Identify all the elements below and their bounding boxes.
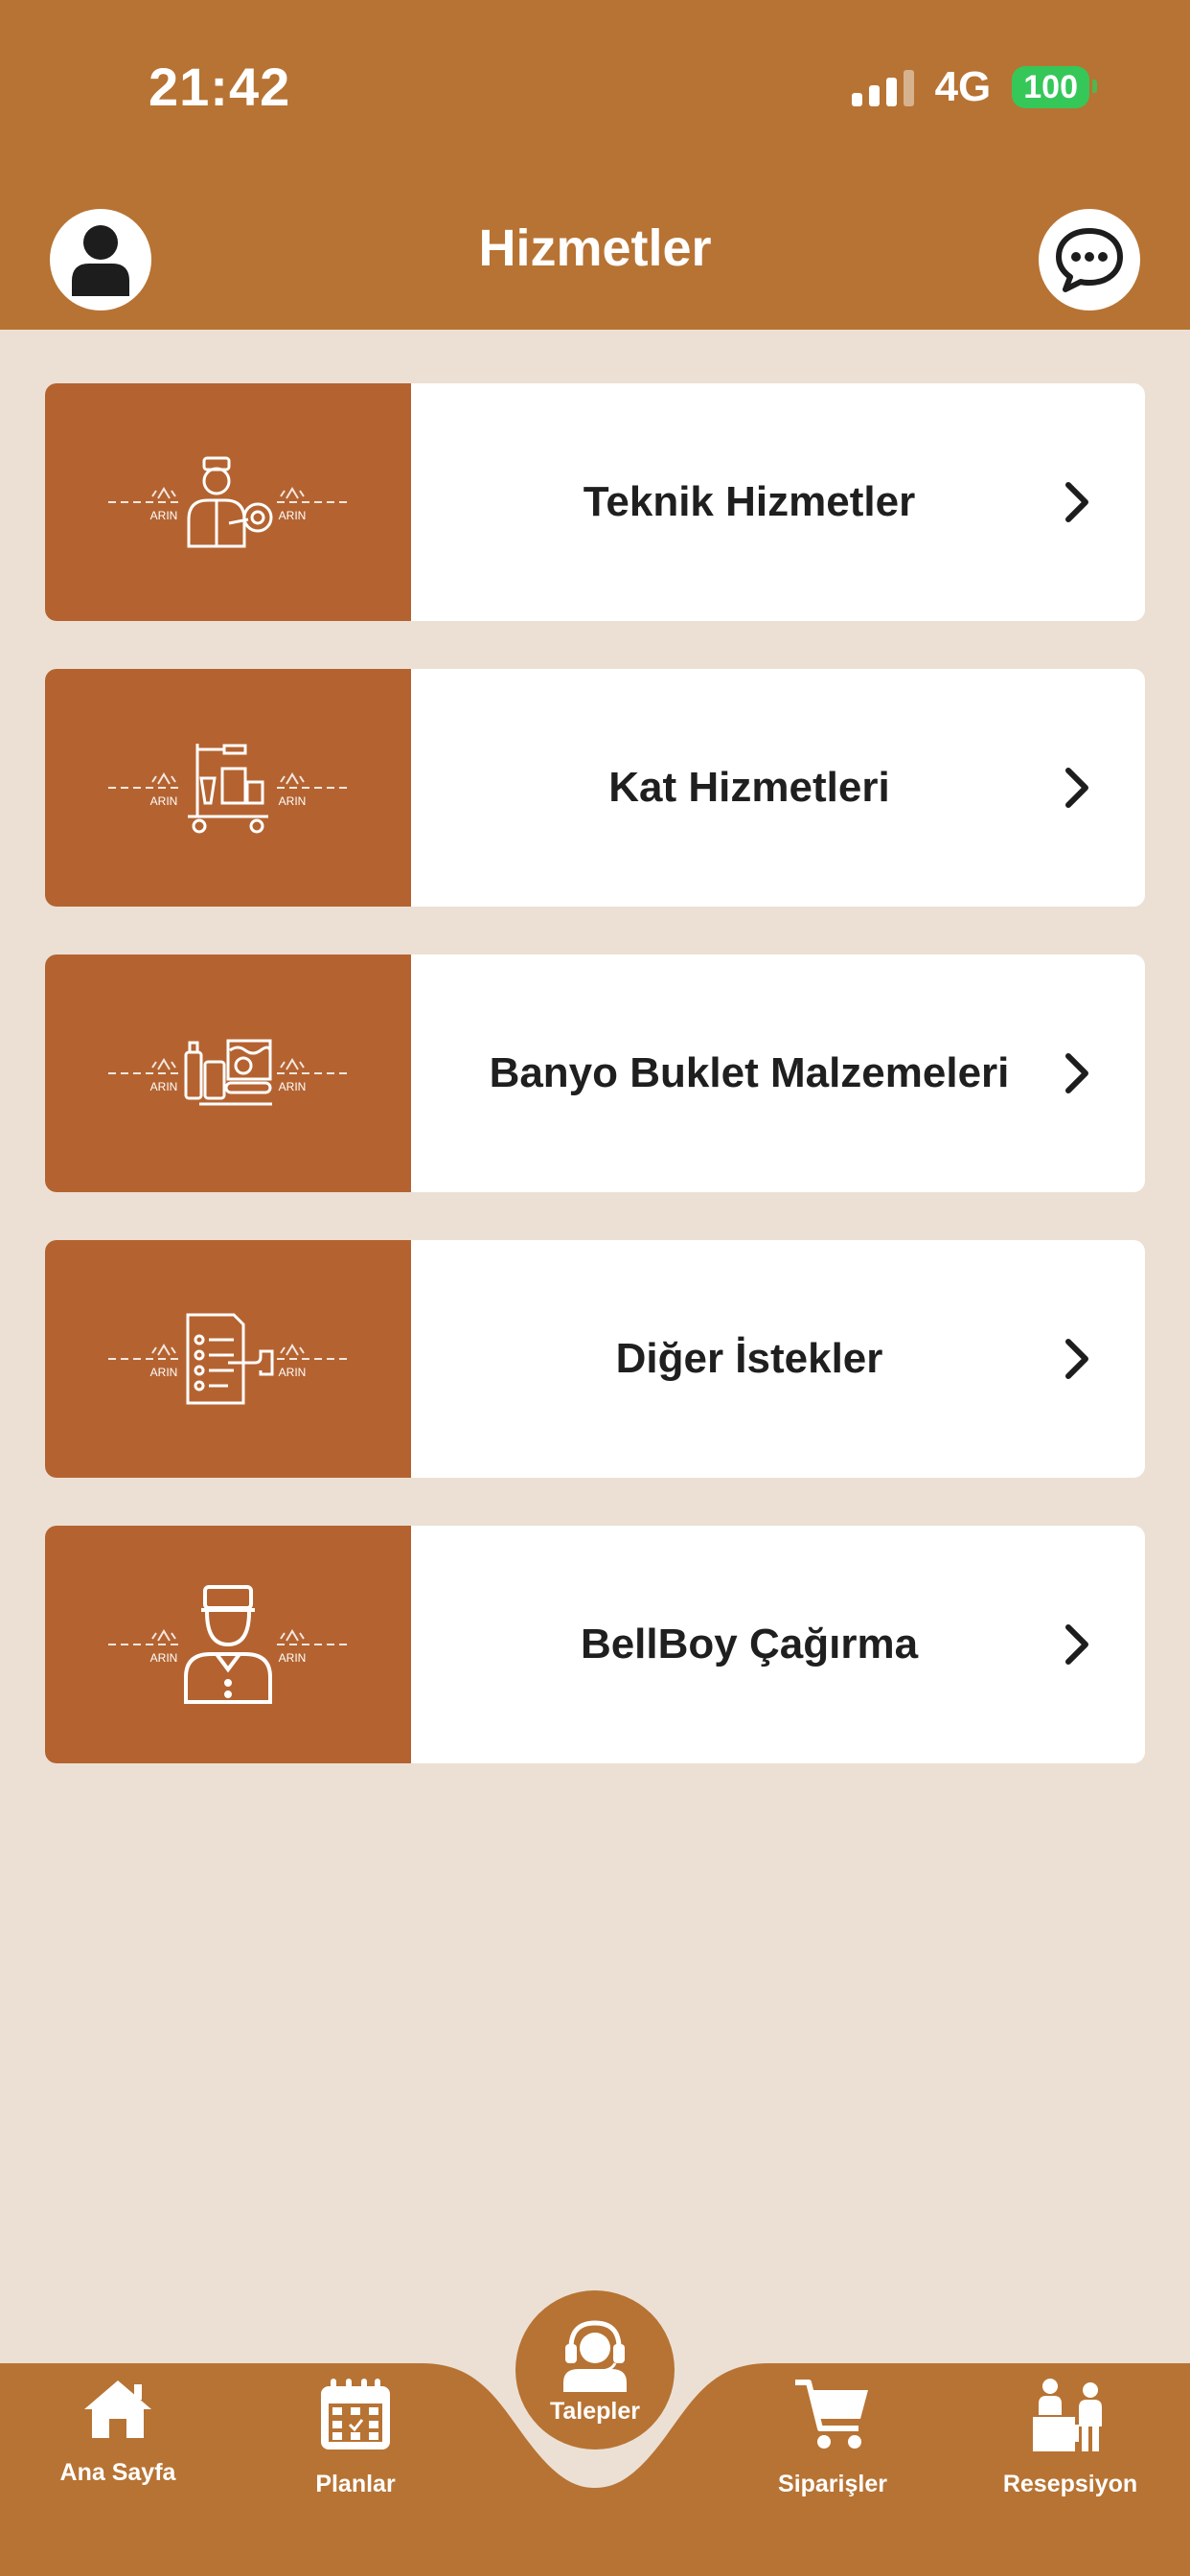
service-image: ARIN ARIN [45, 1526, 411, 1763]
toiletries-icon [184, 1039, 272, 1106]
logo-text-left: ARIN [150, 1366, 178, 1379]
chat-button[interactable] [1039, 209, 1140, 310]
status-time: 21:42 [149, 57, 291, 117]
logo-text-right: ARIN [279, 509, 307, 522]
logo-text-right: ARIN [279, 1651, 307, 1665]
service-image: ARIN ARIN [45, 669, 411, 907]
service-label: BellBoy Çağırma [580, 1621, 919, 1668]
tab-ana-sayfa[interactable]: Ana Sayfa [46, 2377, 190, 2487]
app-screen: 21:42 4G 100 Hizmetler ARIN ARIN Teknik … [0, 0, 1190, 2576]
tab-label: Talepler [549, 2397, 641, 2425]
service-image: ARIN ARIN [45, 954, 411, 1192]
technician-icon [187, 456, 273, 548]
tab-siparisler[interactable]: Siparişler [761, 2377, 904, 2498]
battery-indicator: 100 [1012, 66, 1097, 108]
signal-icon [851, 68, 914, 106]
headset-agent-icon [563, 2319, 627, 2392]
service-label: Kat Hizmetleri [608, 764, 890, 811]
service-label: Banyo Buklet Malzemeleri [489, 1049, 1010, 1096]
tab-label: Planlar [315, 2471, 396, 2497]
chevron-right-icon [1065, 1339, 1088, 1379]
service-card-teknik[interactable]: ARIN ARIN Teknik Hizmetler [45, 383, 1145, 621]
service-label: Teknik Hizmetler [583, 478, 916, 525]
network-type: 4G [934, 63, 992, 110]
chevron-right-icon [1065, 768, 1088, 808]
housekeeping-cart-icon [188, 744, 268, 834]
shopping-cart-icon [795, 2380, 868, 2449]
request-list-icon [186, 1313, 274, 1405]
logo-text-left: ARIN [150, 1080, 178, 1093]
logo-text-left: ARIN [150, 794, 178, 808]
service-image: ARIN ARIN [45, 1240, 411, 1478]
tab-planlar[interactable]: Planlar [284, 2377, 427, 2498]
page-title: Hizmetler [478, 219, 712, 277]
calendar-icon [321, 2379, 390, 2450]
chat-bubble-icon [1056, 228, 1123, 292]
chevron-right-icon [1065, 1624, 1088, 1665]
logo-text-right: ARIN [279, 1080, 307, 1093]
tab-label: Ana Sayfa [59, 2459, 176, 2486]
logo-text-right: ARIN [279, 794, 307, 808]
logo-text-right: ARIN [279, 1366, 307, 1379]
service-list: ARIN ARIN Teknik Hizmetler ARIN ARIN Kat… [45, 383, 1145, 1811]
chevron-right-icon [1065, 482, 1088, 522]
tab-talepler[interactable]: Talepler [515, 2290, 675, 2450]
bellboy-icon [184, 1585, 272, 1704]
home-icon [84, 2380, 151, 2438]
service-card-bellboy[interactable]: ARIN ARIN BellBoy Çağırma [45, 1526, 1145, 1763]
service-label: Diğer İstekler [615, 1335, 883, 1382]
service-card-diger[interactable]: ARIN ARIN Diğer İstekler [45, 1240, 1145, 1478]
chevron-right-icon [1065, 1053, 1088, 1093]
reception-icon [1033, 2379, 1102, 2451]
logo-text-left: ARIN [150, 509, 178, 522]
header: 21:42 4G 100 Hizmetler [0, 0, 1190, 330]
tab-label: Resepsiyon [1002, 2471, 1138, 2497]
service-image: ARIN ARIN [45, 383, 411, 621]
logo-text-left: ARIN [150, 1651, 178, 1665]
tab-label: Siparişler [778, 2471, 887, 2497]
tab-resepsiyon[interactable]: Resepsiyon [998, 2377, 1142, 2498]
service-card-kat[interactable]: ARIN ARIN Kat Hizmetleri [45, 669, 1145, 907]
service-card-banyo[interactable]: ARIN ARIN Banyo Buklet Malzemeleri [45, 954, 1145, 1192]
status-indicators: 4G 100 [851, 63, 1097, 111]
